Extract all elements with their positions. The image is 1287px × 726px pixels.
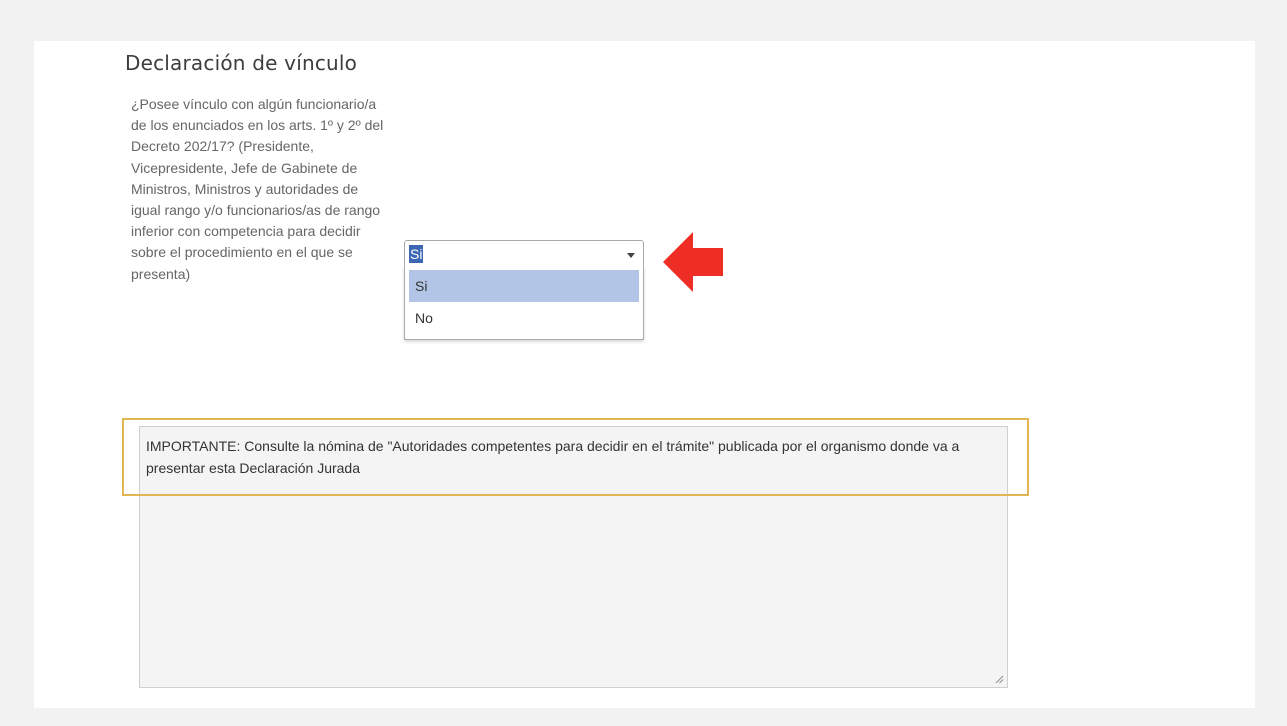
question-label: ¿Posee vínculo con algún funcionario/a d… [131, 96, 384, 282]
select-selected-value: Si [409, 245, 424, 263]
notes-textarea[interactable]: IMPORTANTE: Consulte la nómina de "Autor… [139, 426, 1008, 688]
resize-handle-icon[interactable] [994, 674, 1004, 684]
chevron-down-icon[interactable] [627, 253, 635, 258]
vinculo-select[interactable]: Si [404, 240, 644, 267]
select-option-si[interactable]: Si [409, 270, 639, 302]
section-title: Declaración de vínculo [125, 51, 358, 75]
select-dropdown-list: Si No [404, 266, 644, 340]
left-arrow-icon [663, 232, 723, 292]
select-option-no[interactable]: No [409, 302, 639, 334]
textarea-content: IMPORTANTE: Consulte la nómina de "Autor… [146, 438, 960, 476]
